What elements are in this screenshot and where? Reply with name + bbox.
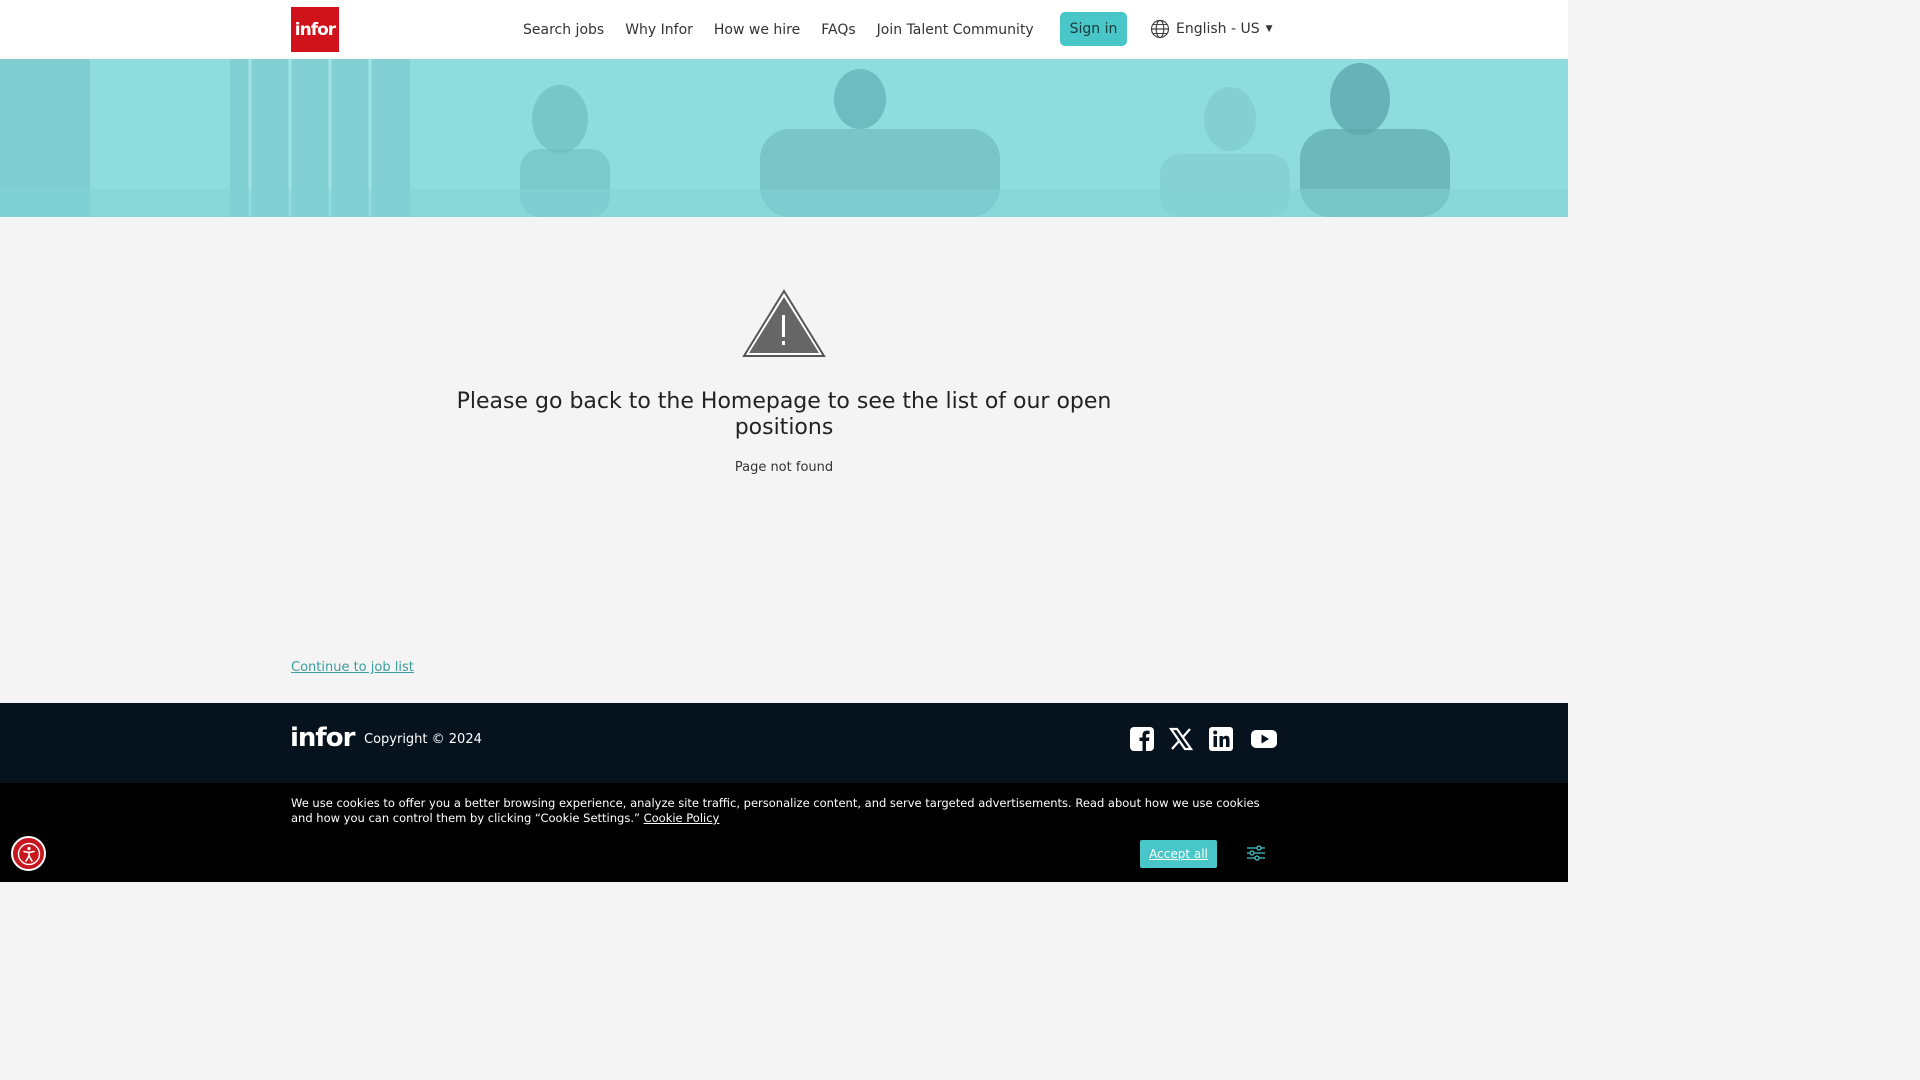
- cookie-banner: We use cookies to offer you a better bro…: [0, 783, 1568, 882]
- hero-banner: [0, 59, 1568, 217]
- infor-logo[interactable]: infor: [291, 7, 339, 52]
- main-nav: Search jobs Why Infor How we hire FAQs J…: [523, 0, 1055, 59]
- nav-how-we-hire[interactable]: How we hire: [714, 22, 800, 38]
- youtube-icon[interactable]: [1250, 726, 1278, 752]
- accept-all-button[interactable]: Accept all: [1140, 840, 1217, 868]
- nav-search-jobs[interactable]: Search jobs: [523, 22, 604, 38]
- cookie-message: We use cookies to offer you a better bro…: [291, 796, 1281, 826]
- cookie-text: We use cookies to offer you a better bro…: [291, 796, 1260, 825]
- language-selector[interactable]: English - US ▼: [1150, 18, 1273, 40]
- linkedin-icon[interactable]: [1208, 726, 1234, 752]
- office-photo-image: [0, 59, 1568, 217]
- facebook-icon[interactable]: [1129, 726, 1155, 752]
- accessibility-button[interactable]: [11, 836, 46, 871]
- sign-in-button[interactable]: Sign in: [1060, 12, 1127, 46]
- language-label: English - US: [1176, 21, 1260, 37]
- globe-icon: [1150, 19, 1170, 39]
- nav-faqs[interactable]: FAQs: [821, 22, 855, 38]
- nav-join-talent-community[interactable]: Join Talent Community: [877, 22, 1034, 38]
- page-title: Please go back to the Homepage to see th…: [456, 389, 1112, 440]
- chevron-down-icon: ▼: [1265, 24, 1273, 34]
- error-message: Page not found: [734, 460, 834, 475]
- cookie-settings-icon[interactable]: [1246, 845, 1266, 861]
- nav-why-infor[interactable]: Why Infor: [625, 22, 693, 38]
- warning-icon: [742, 289, 826, 357]
- x-icon[interactable]: [1168, 726, 1194, 752]
- footer-logo[interactable]: infor: [290, 723, 355, 753]
- accessibility-icon: [17, 842, 40, 865]
- continue-to-job-list-link[interactable]: Continue to job list: [291, 660, 414, 675]
- site-header: infor Search jobs Why Infor How we hire …: [0, 0, 1568, 59]
- cookie-policy-link[interactable]: Cookie Policy: [644, 811, 720, 825]
- copyright-text: Copyright © 2024: [364, 732, 482, 747]
